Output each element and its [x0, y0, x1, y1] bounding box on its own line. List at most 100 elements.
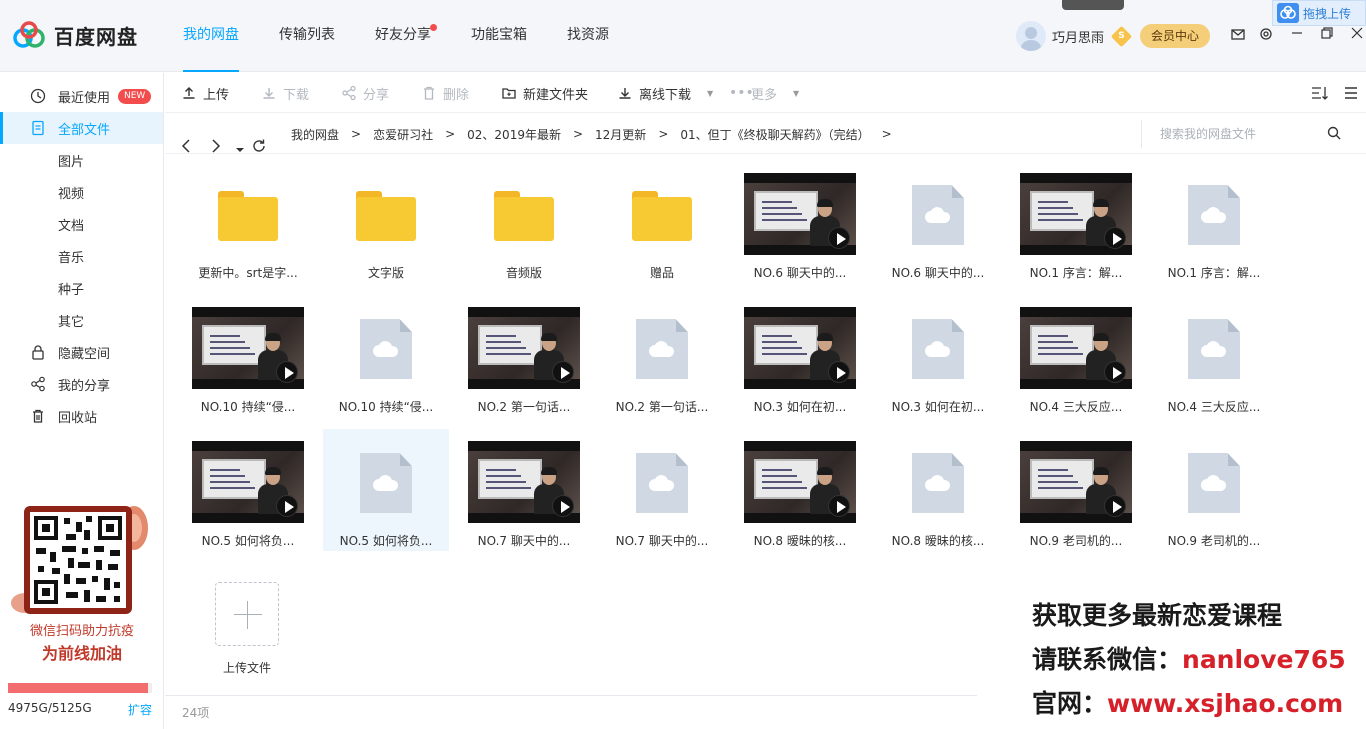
username[interactable]: 巧月思雨	[1052, 27, 1104, 46]
video-file-item[interactable]: NO.3 如何在初...	[737, 295, 863, 417]
sidebar-item-music[interactable]: 音乐	[0, 240, 163, 272]
sort-icon[interactable]	[1311, 85, 1329, 101]
sidebar-item-torrents[interactable]: 种子	[0, 272, 163, 304]
sidebar-item-recent[interactable]: 最近使用 NEW	[0, 80, 163, 112]
upload-file-tile[interactable]	[215, 582, 279, 646]
new-badge: NEW	[118, 88, 152, 104]
breadcrumb-item[interactable]: 12月更新	[595, 126, 646, 143]
restore-icon[interactable]	[1318, 24, 1336, 42]
file-item[interactable]: NO.9 老司机的...	[1151, 429, 1277, 551]
video-file-item[interactable]: NO.4 三大反应...	[1013, 295, 1139, 417]
cloud-file-icon	[1188, 319, 1240, 379]
search-icon[interactable]	[1327, 126, 1341, 140]
chevron-down-icon[interactable]: ▼	[707, 89, 713, 98]
file-item[interactable]: NO.5 如何将负...	[323, 429, 449, 551]
user-profile[interactable]: 巧月思雨 S	[1016, 21, 1133, 51]
file-name: NO.6 聊天中的...	[753, 266, 847, 280]
share-button[interactable]: 分享	[341, 73, 389, 113]
baidu-cloud-logo-icon	[13, 21, 45, 48]
window-controls	[1288, 24, 1366, 42]
divider	[165, 695, 977, 696]
file-item[interactable]: NO.6 聊天中的...	[875, 161, 1001, 283]
file-item[interactable]: NO.8 暧昧的核...	[875, 429, 1001, 551]
avatar[interactable]	[1016, 21, 1046, 51]
list-view-icon[interactable]	[1343, 85, 1359, 101]
coin-icon[interactable]: S	[1110, 25, 1133, 47]
video-file-item[interactable]: NO.10 持续“侵...	[185, 295, 311, 417]
cloud-file-icon	[636, 319, 688, 379]
play-icon	[828, 227, 850, 249]
file-item[interactable]: NO.2 第一句话...	[599, 295, 725, 417]
file-name: NO.9 老司机的...	[1167, 534, 1261, 548]
upload-file-label: 上传文件	[222, 661, 271, 675]
expand-quota-link[interactable]: 扩容	[128, 701, 152, 718]
cloud-file-icon	[1188, 453, 1240, 513]
nav-my-disk[interactable]: 我的网盘	[183, 0, 259, 72]
video-file-item[interactable]: NO.2 第一句话...	[461, 295, 587, 417]
drag-upload-button[interactable]: 拖拽上传	[1272, 0, 1366, 26]
file-item[interactable]: NO.10 持续“侵...	[323, 295, 449, 417]
sidebar-item-label: 全部文件	[58, 122, 111, 138]
file-name: NO.1 序言：解...	[1167, 266, 1261, 280]
minimize-icon[interactable]	[1288, 24, 1306, 42]
video-file-item[interactable]: NO.7 聊天中的...	[461, 429, 587, 551]
mail-icon[interactable]	[1230, 26, 1246, 42]
offline-download-button[interactable]: 离线下载 ▼	[617, 73, 713, 113]
search-input[interactable]	[1160, 127, 1320, 141]
sidebar-item-hidden-space[interactable]: 隐藏空间	[0, 336, 163, 368]
breadcrumb-item[interactable]: 我的网盘	[291, 126, 339, 143]
breadcrumb-item[interactable]: 02、2019年最新	[467, 126, 561, 143]
file-item[interactable]: NO.1 序言：解...	[1151, 161, 1277, 283]
folder-item[interactable]: 音频版	[461, 161, 587, 283]
lock-icon	[32, 345, 44, 360]
sidebar-item-label: 文档	[58, 218, 85, 234]
folder-item[interactable]: 文字版	[323, 161, 449, 283]
sidebar-item-recycle-bin[interactable]: 回收站	[0, 400, 163, 432]
breadcrumb-separator-icon[interactable]: >	[882, 127, 892, 141]
video-file-item[interactable]: NO.8 暧昧的核...	[737, 429, 863, 551]
download-button[interactable]: 下载	[261, 73, 309, 113]
file-thumbnail	[323, 441, 449, 523]
video-file-item[interactable]: NO.9 老司机的...	[1013, 429, 1139, 551]
video-file-item[interactable]: NO.6 聊天中的...	[737, 161, 863, 283]
folder-item[interactable]: 更新中。srt是字...	[185, 161, 311, 283]
file-item[interactable]: NO.4 三大反应...	[1151, 295, 1277, 417]
ad-line-2: 请联系微信：nanlove765	[1032, 640, 1346, 676]
sidebar-item-images[interactable]: 图片	[0, 144, 163, 176]
new-folder-button[interactable]: 新建文件夹	[501, 73, 588, 113]
file-name: NO.8 暧昧的核...	[891, 534, 985, 548]
app-logo[interactable]: 百度网盘	[12, 18, 138, 52]
video-file-item[interactable]: NO.5 如何将负...	[185, 429, 311, 551]
file-thumbnail	[1151, 173, 1277, 255]
sidebar-item-other[interactable]: 其它	[0, 304, 163, 336]
sidebar-item-videos[interactable]: 视频	[0, 176, 163, 208]
more-dots-icon: •••	[729, 85, 754, 101]
sidebar-item-my-shares[interactable]: 我的分享	[0, 368, 163, 400]
video-thumbnail	[1020, 441, 1132, 523]
sidebar-item-label: 其它	[58, 314, 85, 330]
breadcrumb-item[interactable]: 恋爱研习社	[373, 126, 433, 143]
gear-icon[interactable]	[1258, 26, 1274, 42]
file-item[interactable]: NO.7 聊天中的...	[599, 429, 725, 551]
more-button[interactable]: ••• 更多 ▼	[729, 73, 799, 113]
app-name: 百度网盘	[54, 24, 138, 49]
sidebar-item-documents[interactable]: 文档	[0, 208, 163, 240]
nav-find-resources[interactable]: 找资源	[567, 0, 629, 72]
file-item[interactable]: NO.3 如何在初...	[875, 295, 1001, 417]
breadcrumb-item[interactable]: 01、但丁《终极聊天解药》（完结）	[680, 126, 869, 143]
upload-button[interactable]: 上传	[181, 73, 229, 113]
new-folder-label: 新建文件夹	[523, 87, 589, 103]
file-name: NO.7 聊天中的...	[615, 534, 709, 548]
nav-transfer-list[interactable]: 传输列表	[279, 0, 355, 72]
chevron-down-icon[interactable]: ▼	[793, 89, 799, 98]
close-icon[interactable]	[1348, 24, 1366, 42]
trash-icon	[33, 409, 43, 423]
sidebar-item-all-files[interactable]: 全部文件	[0, 112, 163, 144]
vip-center-button[interactable]: 会员中心	[1140, 24, 1210, 48]
nav-toolbox[interactable]: 功能宝箱	[471, 0, 547, 72]
nav-friend-share[interactable]: 好友分享	[375, 0, 451, 72]
delete-button[interactable]: 删除	[421, 73, 469, 113]
video-file-item[interactable]: NO.1 序言：解...	[1013, 161, 1139, 283]
folder-item[interactable]: 赠品	[599, 161, 725, 283]
promo-banner[interactable]: 微信扫码助力抗疫 为前线加油	[8, 498, 156, 668]
